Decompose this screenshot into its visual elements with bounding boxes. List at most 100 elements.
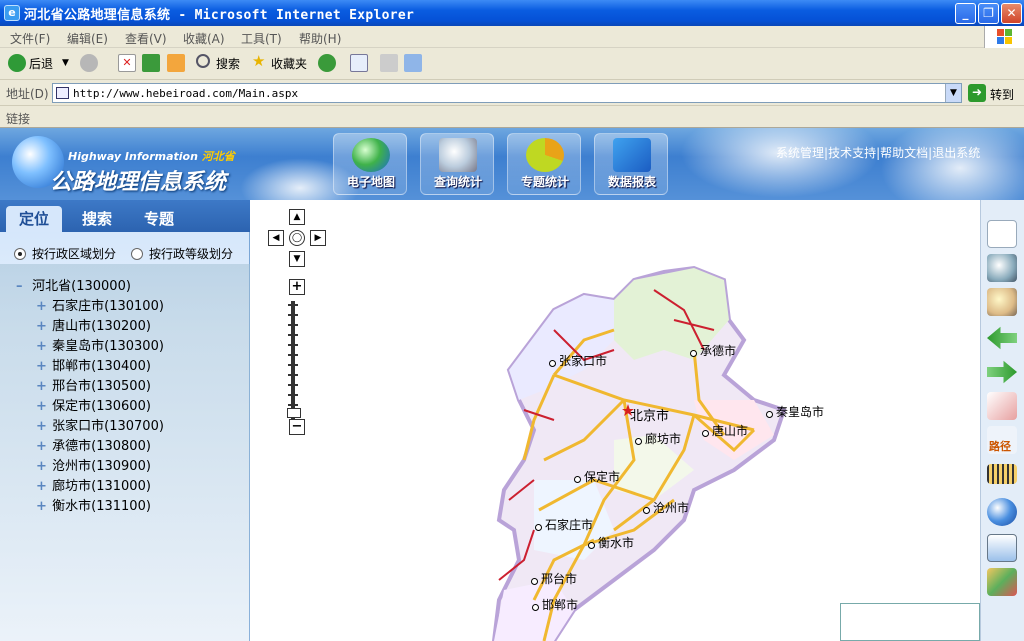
document-icon[interactable]: [987, 534, 1017, 562]
city-marker[interactable]: [531, 578, 538, 585]
measure-pen-icon[interactable]: [987, 392, 1017, 420]
city-label[interactable]: 邢台市: [541, 570, 577, 587]
link-system-admin[interactable]: 系统管理: [776, 146, 824, 160]
favorites-button[interactable]: 收藏夹: [271, 55, 307, 72]
nav-thematic-stats[interactable]: 专题统计: [507, 133, 581, 195]
minimize-button[interactable]: _: [955, 3, 976, 24]
tree-item-label[interactable]: 廊坊市(131000): [52, 479, 151, 494]
radio-selected-icon[interactable]: [14, 248, 26, 260]
city-marker[interactable]: [702, 430, 709, 437]
city-marker[interactable]: [535, 524, 542, 531]
previous-view-icon[interactable]: [987, 326, 1017, 350]
tree-item-label[interactable]: 沧州市(130900): [52, 459, 151, 474]
hebei-map[interactable]: [254, 200, 980, 641]
tree-item[interactable]: + 邢台市(130500): [36, 375, 151, 394]
menu-help[interactable]: 帮助(H): [299, 30, 341, 47]
menu-file[interactable]: 文件(F): [10, 30, 50, 47]
city-marker[interactable]: [643, 507, 650, 514]
tree-item-label[interactable]: 秦皇岛市(130300): [52, 339, 164, 354]
link-logout[interactable]: 退出系统: [932, 146, 980, 160]
edit-icon[interactable]: [404, 54, 422, 72]
expand-icon[interactable]: +: [36, 479, 48, 494]
city-marker[interactable]: [588, 542, 595, 549]
city-marker[interactable]: [574, 476, 581, 483]
collapse-icon[interactable]: –: [16, 279, 28, 294]
forward-icon[interactable]: [80, 54, 98, 72]
tree-item-label[interactable]: 邯郸市(130400): [52, 359, 151, 374]
tree-item[interactable]: + 承德市(130800): [36, 435, 151, 454]
city-marker[interactable]: [532, 604, 539, 611]
city-label[interactable]: 廊坊市: [645, 430, 681, 447]
menu-view[interactable]: 查看(V): [125, 30, 167, 47]
tree-item-label[interactable]: 承德市(130800): [52, 439, 151, 454]
nav-data-reports[interactable]: 数据报表: [594, 133, 668, 195]
expand-icon[interactable]: +: [36, 359, 48, 374]
tree-item-label[interactable]: 张家口市(130700): [52, 419, 164, 434]
favorites-icon[interactable]: ★: [252, 52, 265, 70]
radio-by-region[interactable]: 按行政区域划分: [14, 245, 116, 262]
expand-icon[interactable]: +: [36, 499, 48, 514]
overview-map[interactable]: [840, 603, 980, 641]
media-icon[interactable]: [318, 54, 336, 72]
city-marker[interactable]: [766, 411, 773, 418]
expand-icon[interactable]: +: [36, 299, 48, 314]
search-icon[interactable]: [196, 54, 210, 68]
back-button[interactable]: 后退: [29, 55, 53, 72]
close-button[interactable]: ✕: [1001, 3, 1022, 24]
expand-icon[interactable]: +: [36, 419, 48, 434]
link-help-docs[interactable]: 帮助文档: [880, 146, 928, 160]
expand-icon[interactable]: +: [36, 319, 48, 334]
address-url[interactable]: http://www.hebeiroad.com/Main.aspx: [73, 87, 298, 100]
expand-icon[interactable]: +: [36, 459, 48, 474]
tree-root-label[interactable]: 河北省(130000): [32, 279, 131, 294]
tab-locate[interactable]: 定位: [6, 206, 62, 232]
tree-item[interactable]: + 廊坊市(131000): [36, 475, 151, 494]
next-view-icon[interactable]: [987, 360, 1017, 384]
print-icon[interactable]: [380, 54, 398, 72]
tree-item[interactable]: + 邯郸市(130400): [36, 355, 151, 374]
links-label[interactable]: 链接: [6, 110, 30, 127]
tree-item[interactable]: + 沧州市(130900): [36, 455, 151, 474]
back-dropdown-icon[interactable]: ▼: [62, 58, 69, 68]
expand-icon[interactable]: +: [36, 379, 48, 394]
city-label[interactable]: 唐山市: [712, 422, 748, 439]
city-label[interactable]: 张家口市: [559, 352, 607, 369]
stop-icon[interactable]: ✕: [118, 54, 136, 72]
tree-item-label[interactable]: 保定市(130600): [52, 399, 151, 414]
nav-query-stats[interactable]: 查询统计: [420, 133, 494, 195]
refresh-icon[interactable]: [142, 54, 160, 72]
tree-item[interactable]: + 保定市(130600): [36, 395, 151, 414]
radio-by-level[interactable]: 按行政等级划分: [131, 245, 233, 262]
city-label[interactable]: 北京市: [630, 405, 669, 424]
tab-thematic[interactable]: 专题: [131, 206, 187, 232]
route-tool[interactable]: 路径: [987, 426, 1017, 454]
map-area[interactable]: ▲ ◀ ◯ ▶ ▼ + − 张家口市 承德市 北京市 秦皇岛市 廊坊市 唐山市 …: [254, 200, 980, 641]
radio-unselected-icon[interactable]: [131, 248, 143, 260]
expand-icon[interactable]: +: [36, 399, 48, 414]
tree-root[interactable]: – 河北省(130000): [16, 275, 131, 294]
city-label[interactable]: 保定市: [584, 468, 620, 485]
ruler-icon[interactable]: [987, 464, 1017, 484]
tree-item[interactable]: + 唐山市(130200): [36, 315, 151, 334]
go-button[interactable]: ➜ 转到: [968, 83, 1020, 103]
city-marker[interactable]: [635, 438, 642, 445]
tree-item-label[interactable]: 邢台市(130500): [52, 379, 151, 394]
menu-edit[interactable]: 编辑(E): [67, 30, 108, 47]
tree-item-label[interactable]: 衡水市(131100): [52, 499, 151, 514]
city-label[interactable]: 邯郸市: [542, 596, 578, 613]
nav-electronic-map[interactable]: 电子地图: [333, 133, 407, 195]
search-button[interactable]: 搜索: [216, 55, 240, 72]
expand-icon[interactable]: +: [36, 439, 48, 454]
city-marker[interactable]: [690, 350, 697, 357]
back-icon[interactable]: [8, 54, 26, 72]
menu-favorites[interactable]: 收藏(A): [183, 30, 225, 47]
tree-item[interactable]: + 石家庄市(130100): [36, 295, 164, 314]
address-input[interactable]: http://www.hebeiroad.com/Main.aspx ▼: [52, 83, 962, 103]
zoom-in-tool-icon[interactable]: [987, 254, 1017, 282]
pan-hand-icon[interactable]: [987, 220, 1017, 248]
address-dropdown-icon[interactable]: ▼: [945, 84, 961, 102]
menu-tools[interactable]: 工具(T): [241, 30, 282, 47]
restore-button[interactable]: ❐: [978, 3, 999, 24]
window-title-bar[interactable]: e 河北省公路地理信息系统 - Microsoft Internet Explo…: [0, 0, 1024, 26]
tab-search[interactable]: 搜索: [69, 206, 125, 232]
